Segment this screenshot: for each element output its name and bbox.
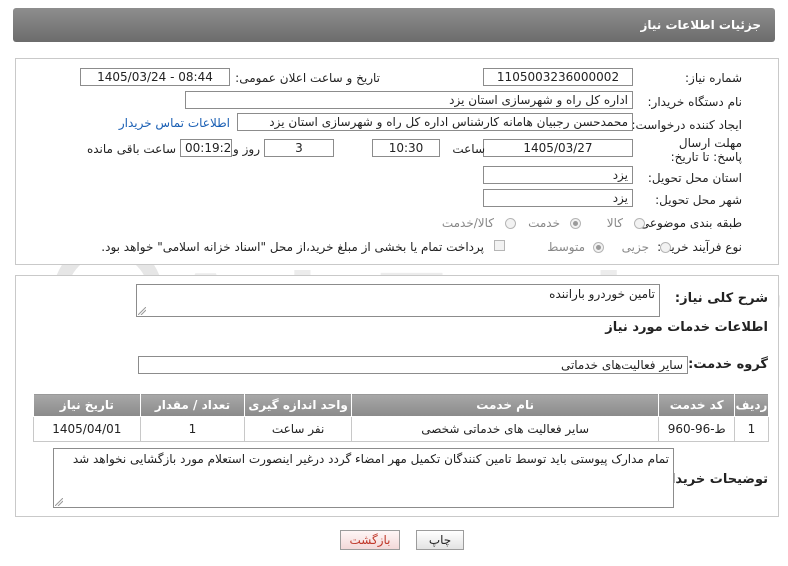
- services-table: ردیف کد خدمت نام خدمت واحد اندازه گیری ت…: [33, 393, 770, 442]
- category-label: طبقه بندی موضوعی:: [635, 216, 742, 230]
- summary-label: شرح کلی نیاز:: [674, 291, 768, 306]
- resize-grip-icon[interactable]: [138, 307, 146, 315]
- buyer-org-label: نام دستگاه خریدار:: [647, 95, 743, 109]
- remaining-time-field: 00:19:22: [180, 139, 232, 157]
- province-field: یزد: [483, 166, 633, 184]
- payment-note: پرداخت تمام یا بخشی از مبلغ خرید،از محل …: [101, 240, 484, 254]
- table-cell: ط-96-960: [658, 416, 735, 442]
- deadline-date-field: 1405/03/27: [483, 139, 633, 157]
- days-label: روز و: [233, 142, 260, 156]
- table-row: 1 ط-96-960 سایر فعالیت های خدماتی شخصی ن…: [33, 416, 770, 442]
- table-cell: 1: [139, 416, 246, 442]
- city-label: شهر محل تحویل:: [655, 193, 742, 207]
- creator-label: ایجاد کننده درخواست:: [631, 118, 742, 132]
- announce-label: تاریخ و ساعت اعلان عمومی:: [235, 71, 380, 85]
- days-field: 3: [264, 139, 334, 157]
- page-title: جزئیات اطلاعات نیاز: [640, 18, 761, 32]
- remaining-label: ساعت باقی مانده: [86, 142, 176, 156]
- process-radio-medium[interactable]: [593, 242, 604, 253]
- column-header: ردیف: [733, 393, 770, 417]
- services-section-title: اطلاعات خدمات مورد نیاز: [605, 320, 768, 335]
- treasury-payment-checkbox[interactable]: [494, 240, 505, 251]
- buyer-notes-label: توضیحات خریدار:: [658, 472, 768, 487]
- column-header: کد خدمت: [658, 393, 735, 417]
- service-group-field: سایر فعالیت‌های خدماتی: [138, 356, 688, 374]
- column-header: تعداد / مقدار: [139, 393, 246, 417]
- column-header: نام خدمت: [350, 393, 660, 417]
- category-radio-goods[interactable]: [634, 218, 645, 229]
- category-option-goods-service: کالا/خدمت: [441, 216, 494, 230]
- service-group-label: گروه خدمت:: [688, 357, 768, 372]
- table-cell: نفر ساعت: [244, 416, 352, 442]
- province-label: استان محل تحویل:: [647, 171, 742, 185]
- deadline-time-field: 10:30: [372, 139, 440, 157]
- table-header-row: ردیف کد خدمت نام خدمت واحد اندازه گیری ت…: [33, 393, 770, 417]
- category-radio-service[interactable]: [570, 218, 581, 229]
- table-cell: 1: [733, 416, 770, 442]
- table-cell: 1405/04/01: [33, 416, 141, 442]
- buyer-org-field: اداره کل راه و شهرسازی استان یزد: [185, 91, 633, 109]
- column-header: واحد اندازه گیری: [244, 393, 352, 417]
- time-label: ساعت: [452, 142, 485, 156]
- buyer-notes-field: تمام مدارک پیوستی باید توسط تامین کنندگا…: [53, 448, 674, 508]
- back-button[interactable]: بازگشت: [340, 530, 400, 550]
- deadline-label: مهلت ارسال پاسخ: تا تاریخ:: [670, 136, 742, 164]
- table-cell: سایر فعالیت های خدماتی شخصی: [350, 416, 660, 442]
- need-number-label: شماره نیاز:: [685, 71, 742, 85]
- announce-field: 1405/03/24 - 08:44: [80, 68, 230, 86]
- creator-field: محمدحسن رجبیان هامانه کارشناس اداره کل ر…: [237, 113, 633, 131]
- column-header: تاریخ نیاز: [33, 393, 141, 417]
- contact-info-link[interactable]: اطلاعات تماس خریدار: [119, 116, 230, 130]
- print-button[interactable]: چاپ: [416, 530, 464, 550]
- category-option-goods: کالا: [606, 216, 623, 230]
- resize-grip-icon[interactable]: [55, 498, 63, 506]
- process-option-medium: متوسط: [547, 240, 585, 254]
- summary-field: تامین خوردرو باراننده: [136, 284, 660, 317]
- page-header: جزئیات اطلاعات نیاز: [13, 8, 775, 42]
- category-option-service: خدمت: [528, 216, 560, 230]
- need-number-field: 1105003236000002: [483, 68, 633, 86]
- process-radio-minor[interactable]: [660, 242, 671, 253]
- process-option-minor: جزیی: [621, 240, 649, 254]
- category-radio-goods-service[interactable]: [505, 218, 516, 229]
- city-field: یزد: [483, 189, 633, 207]
